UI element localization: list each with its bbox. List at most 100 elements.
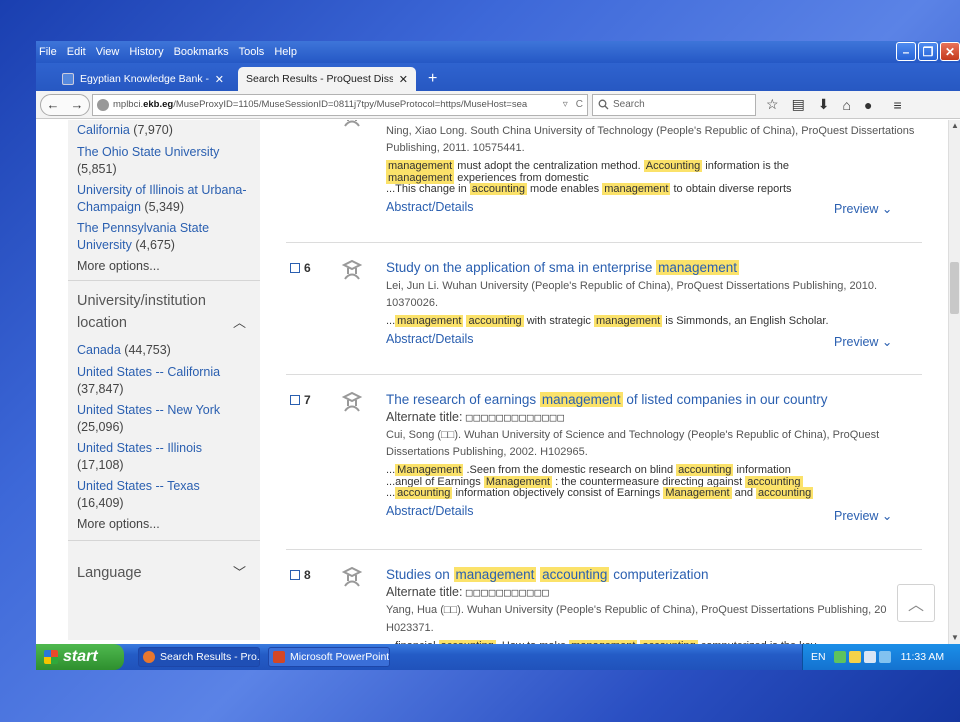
- tray-app-icon[interactable]: [848, 651, 861, 663]
- facet-label[interactable]: California: [77, 123, 130, 137]
- result-snippets: ... management accounting with strategic …: [386, 315, 916, 328]
- snippet-line: ... management accounting with strategic …: [386, 315, 916, 328]
- facet-count: (5,349): [144, 200, 185, 214]
- maximize-button[interactable]: ❐: [918, 42, 938, 61]
- bookmarks-library-icon[interactable]: ▤: [792, 96, 805, 113]
- menu-tools[interactable]: Tools: [239, 46, 265, 58]
- text-fragment: ...: [386, 315, 396, 327]
- home-icon[interactable]: ⌂: [843, 97, 851, 113]
- result-number: 6: [290, 261, 311, 275]
- menu-bookmarks[interactable]: Bookmarks: [174, 46, 229, 58]
- chat-icon[interactable]: ●: [864, 97, 872, 113]
- menu-view[interactable]: View: [96, 46, 120, 58]
- result-number: 8: [290, 568, 311, 582]
- chevron-down-icon[interactable]: ﹀: [233, 564, 246, 581]
- tray-volume-icon[interactable]: [878, 651, 891, 663]
- select-checkbox[interactable]: [290, 395, 300, 405]
- highlighted-term: Management: [663, 487, 732, 499]
- snippet-line: ...This change in accounting mode enable…: [386, 183, 916, 196]
- site-identity-icon[interactable]: [97, 98, 109, 111]
- url-dropdown-icon[interactable]: ▿: [563, 99, 568, 110]
- text-fragment: information objectively consist of Earni…: [452, 487, 664, 499]
- select-checkbox[interactable]: [290, 570, 300, 580]
- tab-egyptian-knowledge-bank[interactable]: Egyptian Knowledge Bank - S... ✕: [54, 67, 232, 91]
- chevron-up-icon[interactable]: ︿: [233, 314, 246, 331]
- page-scrollbar[interactable]: ▲ ▼: [948, 120, 960, 644]
- menu-file[interactable]: File: [39, 46, 57, 58]
- reload-button[interactable]: C: [576, 99, 583, 110]
- back-to-top-button[interactable]: ︿: [897, 584, 935, 622]
- text-fragment: to obtain diverse reports: [670, 183, 792, 195]
- facet-us-new-york[interactable]: United States -- New York (25,096): [77, 402, 257, 436]
- more-options-link[interactable]: More options...: [77, 258, 160, 275]
- new-tab-button[interactable]: +: [422, 67, 443, 91]
- close-window-button[interactable]: ✕: [940, 42, 960, 61]
- highlighted-term: accounting: [469, 183, 527, 195]
- scroll-up-icon[interactable]: ▲: [949, 120, 960, 132]
- facet-label[interactable]: United States -- Texas: [77, 478, 257, 495]
- scroll-down-icon[interactable]: ▼: [949, 632, 960, 644]
- windows-taskbar: start Search Results - Pro... Microsoft …: [36, 644, 960, 670]
- highlighted-term: accounting: [745, 475, 803, 488]
- scrollbar-thumb[interactable]: [950, 262, 959, 314]
- close-tab-icon[interactable]: ✕: [399, 73, 408, 86]
- taskbar-item-firefox[interactable]: Search Results - Pro...: [138, 647, 260, 667]
- menu-history[interactable]: History: [129, 46, 163, 58]
- facet-label[interactable]: United States -- Illinois: [77, 440, 257, 457]
- tab-bar: Egyptian Knowledge Bank - S... ✕ Search …: [36, 63, 960, 91]
- facet-california[interactable]: California (7,970): [77, 122, 173, 139]
- facet-label[interactable]: The Ohio State University: [77, 144, 247, 161]
- result-divider: [286, 374, 922, 375]
- language-facet-heading[interactable]: Language: [77, 562, 142, 584]
- preview-link[interactable]: Preview ⌄: [834, 201, 892, 216]
- facet-ohio-state[interactable]: The Ohio State University (5,851): [77, 144, 247, 178]
- tray-network-icon[interactable]: [863, 651, 876, 663]
- facet-us-texas[interactable]: United States -- Texas (16,409): [77, 478, 257, 512]
- alternate-title-label: Alternate title:: [386, 410, 466, 424]
- result-index: 7: [304, 393, 311, 407]
- result-title-link[interactable]: Studies on management accounting compute…: [386, 566, 916, 584]
- facet-label[interactable]: United States -- New York: [77, 402, 257, 419]
- preview-link[interactable]: Preview ⌄: [834, 508, 892, 523]
- facet-canada[interactable]: Canada (44,753): [77, 342, 171, 359]
- location-facet-heading[interactable]: University/institution location: [77, 290, 227, 334]
- select-checkbox[interactable]: [290, 263, 300, 273]
- facet-us-california[interactable]: United States -- California (37,847): [77, 364, 257, 398]
- facet-label[interactable]: United States -- California: [77, 364, 257, 381]
- facet-count: (16,409): [77, 496, 124, 510]
- facet-count: (37,847): [77, 382, 124, 396]
- facet-illinois[interactable]: University of Illinois at Urbana-Champai…: [77, 182, 247, 216]
- more-options-link[interactable]: More options...: [77, 516, 160, 533]
- forward-button[interactable]: →: [65, 97, 89, 112]
- language-indicator[interactable]: EN: [811, 651, 826, 663]
- text-fragment: of listed companies in our country: [622, 392, 828, 407]
- close-tab-icon[interactable]: ✕: [215, 73, 224, 86]
- hamburger-menu-icon[interactable]: ≡: [893, 97, 901, 113]
- alternate-title-value: □□□□□□□□□□□□□: [465, 411, 565, 424]
- url-prefix: mplbci.: [113, 99, 144, 110]
- tab-search-results[interactable]: Search Results - ProQuest Dissert... ✕: [238, 67, 416, 91]
- back-button[interactable]: ←: [41, 97, 65, 112]
- menu-edit[interactable]: Edit: [67, 46, 86, 58]
- result-divider: [286, 549, 922, 550]
- facet-label[interactable]: Canada: [77, 343, 121, 357]
- url-bar[interactable]: mplbci.ekb.eg/MuseProxyID=1105/MuseSessi…: [92, 93, 588, 116]
- search-input[interactable]: Search: [592, 93, 756, 116]
- text-fragment: is Simmonds, an English Scholar.: [662, 315, 829, 327]
- bookmark-star-icon[interactable]: ☆: [766, 96, 779, 113]
- text-fragment: experiences from domestic: [454, 171, 589, 184]
- result-title-link[interactable]: Study on the application of sma in enter…: [386, 259, 916, 277]
- firefox-icon: [143, 651, 155, 663]
- downloads-icon[interactable]: ⬇: [818, 96, 830, 113]
- facet-us-illinois[interactable]: United States -- Illinois (17,108): [77, 440, 257, 474]
- preview-link[interactable]: Preview ⌄: [834, 334, 892, 349]
- minimize-button[interactable]: –: [896, 42, 916, 61]
- text-fragment: and: [731, 487, 757, 499]
- facet-penn-state[interactable]: The Pennsylvania State University (4,675…: [77, 220, 247, 254]
- tray-app-icon[interactable]: [833, 651, 846, 663]
- taskbar-item-powerpoint[interactable]: Microsoft PowerPoint ...: [268, 647, 390, 667]
- highlighted-term: accounting: [756, 487, 814, 499]
- menu-help[interactable]: Help: [274, 46, 297, 58]
- start-button[interactable]: start: [36, 644, 124, 670]
- result-title-link[interactable]: The research of earnings management of l…: [386, 391, 916, 409]
